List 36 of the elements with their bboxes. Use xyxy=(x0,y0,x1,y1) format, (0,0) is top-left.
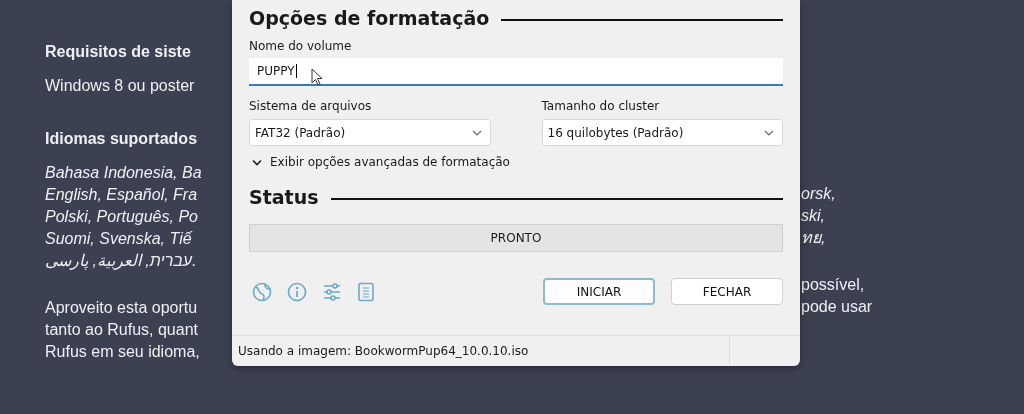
log-icon[interactable] xyxy=(357,281,375,302)
page-text: Suomi, Svenska, Tiế xyxy=(45,229,192,249)
dialog-button[interactable]: INICIAR xyxy=(543,278,655,305)
page-text: orsk, xyxy=(801,184,836,204)
cluster-size-dropdown[interactable]: 16 quilobytes (Padrão) xyxy=(541,119,783,146)
mouse-pointer-icon xyxy=(311,68,323,86)
globe-icon[interactable] xyxy=(252,281,272,302)
info-icon[interactable] xyxy=(287,281,307,302)
page-text: עברית, العربية, پارسی. xyxy=(45,251,197,272)
page-text: English, Español, Fra xyxy=(45,185,198,205)
chevron-down-icon xyxy=(471,129,482,136)
section-title: Opções de formatação xyxy=(249,6,490,31)
status-bar: Usando a imagem: BookwormPup64_10.0.10.iso xyxy=(232,335,800,366)
section-title: Status xyxy=(249,185,319,210)
page-text: Polski, Português, Po xyxy=(45,207,198,227)
file-system-dropdown[interactable]: FAT32 (Padrão) xyxy=(249,119,491,146)
page-text: possível, xyxy=(801,275,865,295)
page-text: Aproveito esta oportu xyxy=(45,298,198,318)
volume-name-field[interactable]: PUPPY xyxy=(249,58,783,86)
page-text: ทย, xyxy=(801,228,826,248)
settings-icon[interactable] xyxy=(322,281,342,302)
page-text: pode usar xyxy=(801,297,873,317)
page-text: Windows 8 ou poster xyxy=(45,76,195,96)
page-text: ski, xyxy=(801,206,825,226)
field-label: Sistema de arquivos xyxy=(249,98,373,114)
field-label: Tamanho do cluster xyxy=(541,98,661,114)
dialog-button[interactable]: FECHAR xyxy=(671,278,783,305)
page-text: Bahasa Indonesia, Ba xyxy=(45,163,202,183)
field-label: Nome do volume xyxy=(249,38,353,54)
page-heading: Requisitos de siste xyxy=(45,42,191,62)
chevron-down-icon xyxy=(764,129,774,136)
page-heading: Idiomas suportados xyxy=(45,129,198,149)
page-text: tanto ao Rufus, quant xyxy=(45,320,198,340)
page-text: Rufus em seu idioma, xyxy=(45,342,200,362)
advanced-options-toggle[interactable]: Exibir opções avançadas de formatação xyxy=(249,155,510,169)
chevron-icon xyxy=(252,158,262,166)
